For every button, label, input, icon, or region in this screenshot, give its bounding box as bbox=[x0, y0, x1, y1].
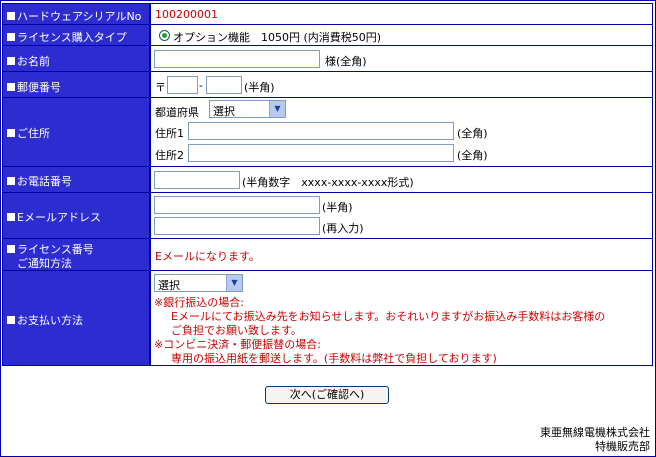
chevron-down-icon: ▼ bbox=[226, 275, 242, 291]
payment-label: お支払い方法 bbox=[3, 271, 151, 365]
phone-label: お電話番号 bbox=[3, 167, 151, 192]
prefecture-label: 都道府県 bbox=[155, 106, 199, 119]
name-label: お名前 bbox=[3, 46, 151, 71]
address-row: ご住所 都道府県 選択 ▼ 住所1 (全角) 住所2 (全角) bbox=[2, 97, 653, 167]
email-suffix: (半角) bbox=[322, 201, 353, 214]
bullet-square-icon bbox=[7, 33, 15, 41]
address1-input[interactable] bbox=[188, 122, 454, 140]
bullet-square-icon bbox=[7, 213, 15, 221]
name-suffix: 様(全角) bbox=[325, 55, 367, 68]
phone-row: お電話番号 (半角数字 xxxx-xxxx-xxxx形式) bbox=[2, 166, 653, 193]
notify-label: ライセンス番号 ご通知方法 bbox=[3, 239, 151, 270]
option-radio[interactable] bbox=[159, 30, 170, 41]
bullet-square-icon bbox=[7, 245, 15, 253]
bullet-square-icon bbox=[7, 83, 15, 91]
address1-label: 住所1 bbox=[155, 127, 184, 140]
name-row: お名前 様(全角) bbox=[2, 45, 653, 72]
name-input[interactable] bbox=[154, 50, 320, 68]
license-type-label: ライセンス購入タイプ bbox=[3, 25, 151, 45]
payment-row: お支払い方法 選択 ▼ ※銀行振込の場合: Eメールにてお振込み先をお知らせしま… bbox=[2, 270, 653, 366]
email-input[interactable] bbox=[154, 196, 320, 214]
footer-department: 特機販売部 bbox=[595, 440, 650, 453]
postal-code-second-input[interactable] bbox=[206, 76, 242, 94]
address2-label: 住所2 bbox=[155, 149, 184, 162]
address1-suffix: (全角) bbox=[457, 127, 488, 140]
payment-method-select[interactable]: 選択 ▼ bbox=[154, 274, 243, 292]
license-type-row: ライセンス購入タイプ オプション機能 1050円 (内消費税50円) bbox=[2, 24, 653, 46]
serial-label: ハードウェアシリアルNo bbox=[3, 4, 151, 24]
address2-input[interactable] bbox=[188, 144, 454, 162]
postal-code-first-input[interactable] bbox=[167, 76, 198, 94]
address2-suffix: (全角) bbox=[457, 149, 488, 162]
email-confirm-input[interactable] bbox=[154, 217, 320, 235]
postal-suffix: (半角) bbox=[244, 81, 275, 94]
bullet-square-icon bbox=[7, 129, 15, 137]
address-label: ご住所 bbox=[3, 98, 151, 166]
postal-mark: 〒 bbox=[155, 81, 166, 94]
postal-row: 郵便番号 〒 - (半角) bbox=[2, 71, 653, 98]
serial-row: ハードウェアシリアルNo 100200001 bbox=[2, 3, 653, 25]
notify-row: ライセンス番号 ご通知方法 Eメールになります。 bbox=[2, 238, 653, 271]
notify-value: Eメールになります。 bbox=[155, 250, 260, 263]
postal-dash: - bbox=[199, 79, 203, 92]
serial-value: 100200001 bbox=[155, 8, 218, 21]
phone-hint: (半角数字 xxxx-xxxx-xxxx形式) bbox=[242, 176, 414, 189]
convenience-note-line1: 専用の振込用紙を郵送します。(手数料は弊社で負担しております) bbox=[171, 352, 497, 365]
option-radio-label: オプション機能 1050円 (内消費税50円) bbox=[173, 31, 382, 44]
email-row: Eメールアドレス (半角) (再入力) bbox=[2, 192, 653, 239]
bullet-square-icon bbox=[7, 177, 15, 185]
email-confirm-suffix: (再入力) bbox=[322, 222, 364, 235]
bullet-square-icon bbox=[7, 57, 15, 65]
chevron-down-icon: ▼ bbox=[269, 101, 285, 117]
phone-input[interactable] bbox=[154, 171, 240, 189]
prefecture-select[interactable]: 選択 ▼ bbox=[209, 100, 286, 118]
next-confirm-button[interactable]: 次へ(ご確認へ) bbox=[265, 386, 389, 404]
bullet-square-icon bbox=[7, 316, 15, 324]
postal-label: 郵便番号 bbox=[3, 72, 151, 97]
email-label: Eメールアドレス bbox=[3, 193, 151, 238]
bullet-square-icon bbox=[7, 12, 15, 20]
